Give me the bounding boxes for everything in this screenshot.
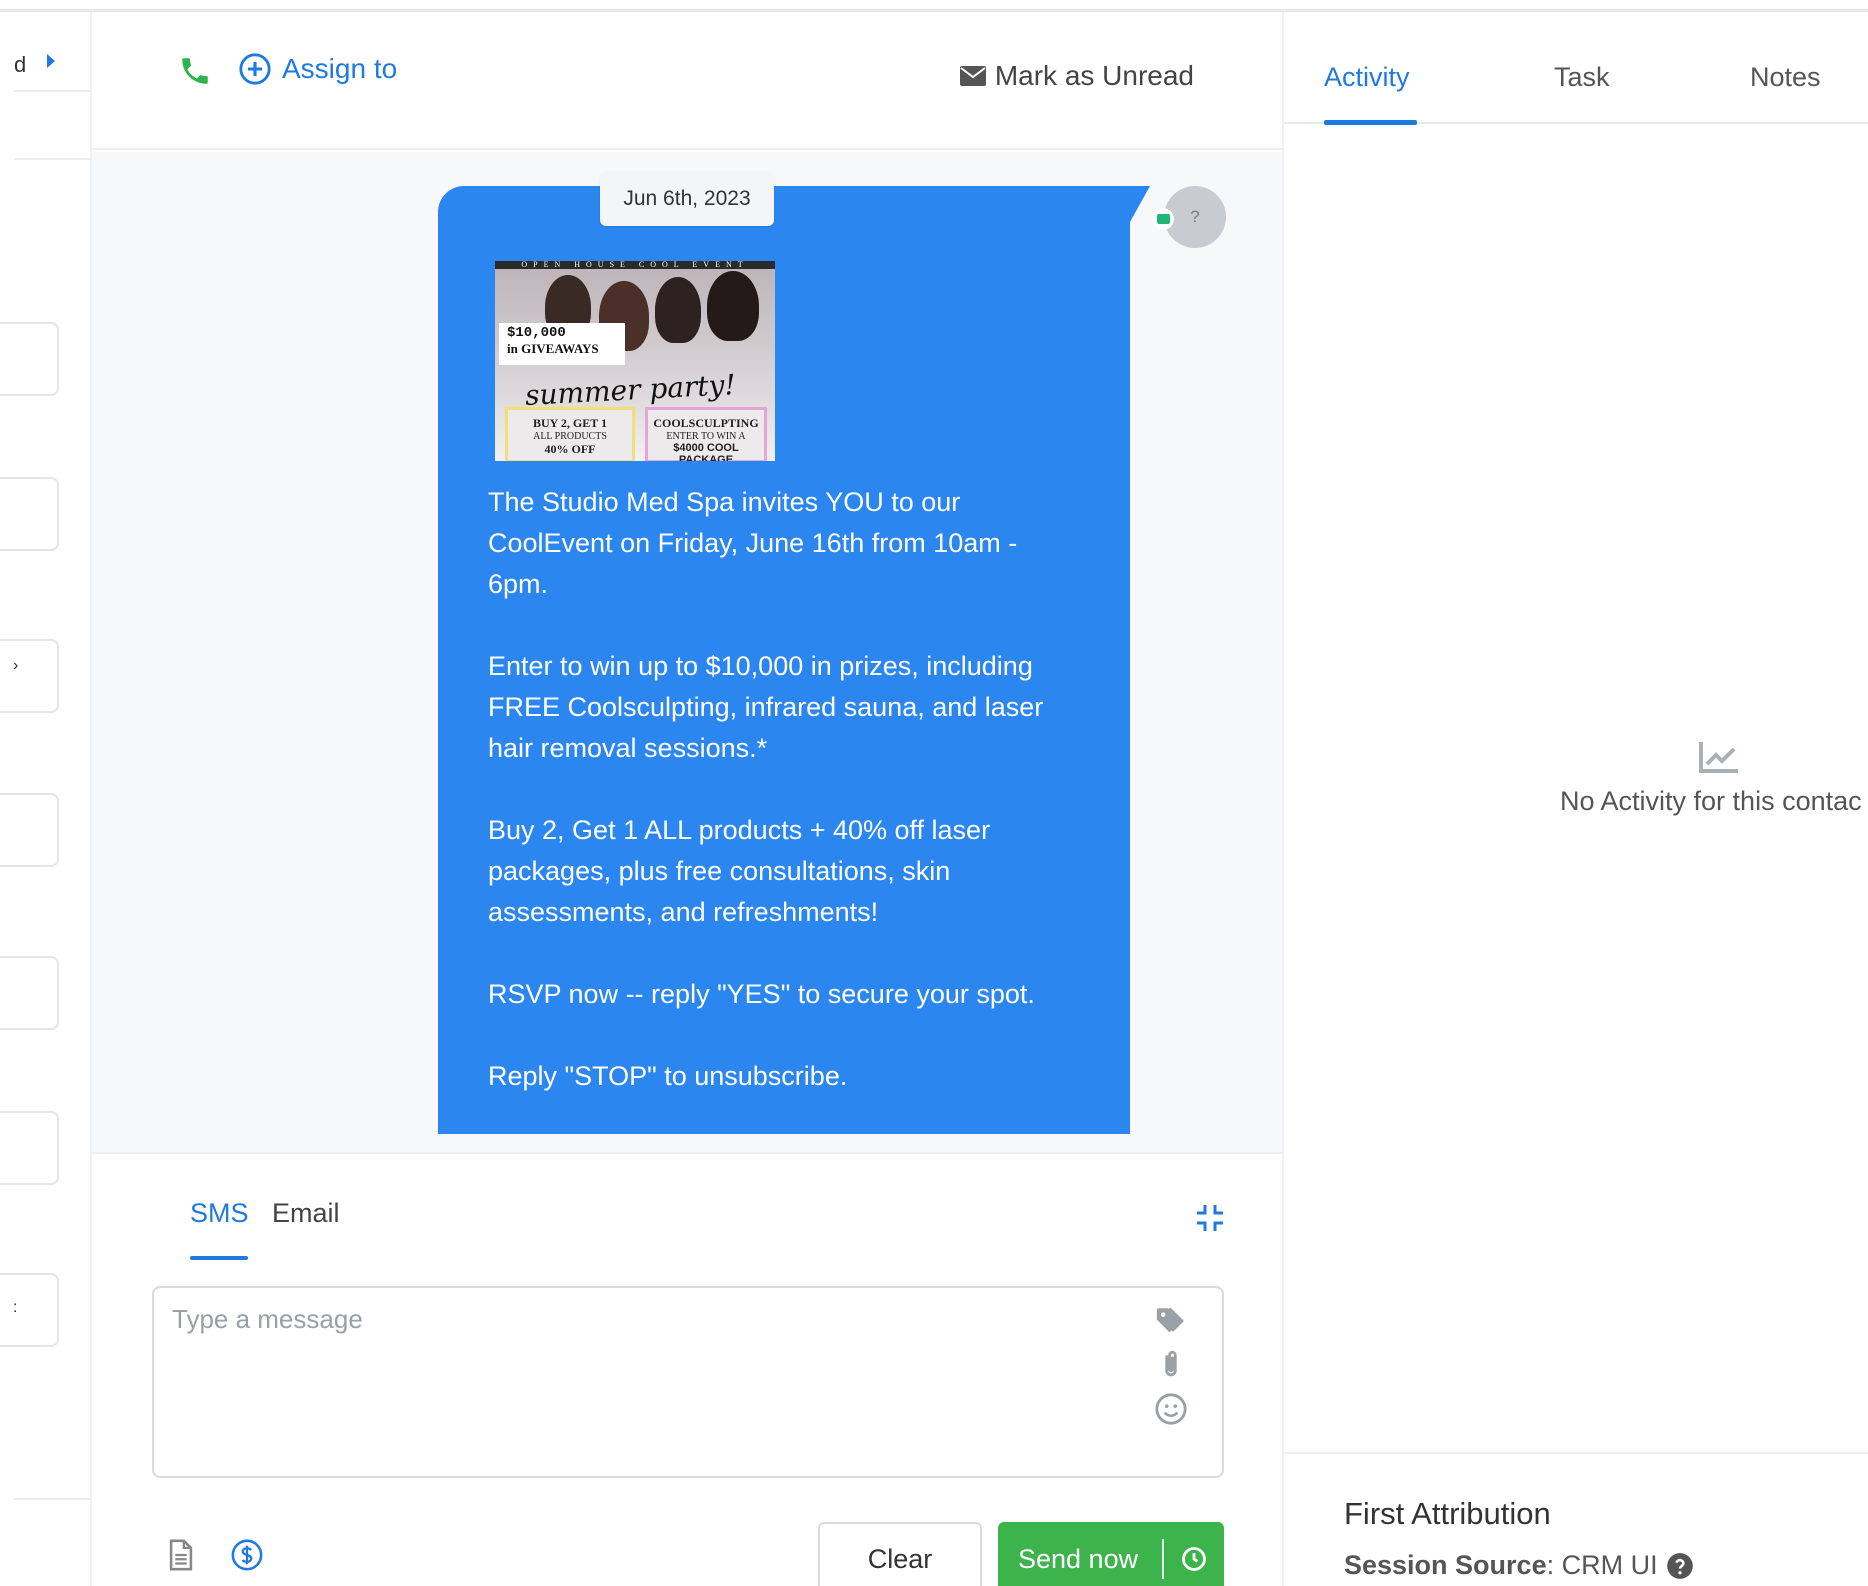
tab-notes[interactable]: Notes: [1750, 62, 1821, 93]
contact-card[interactable]: :: [0, 1273, 59, 1347]
promo-giveaway-label: $10,000 in GIVEAWAYS: [499, 323, 625, 365]
conversation-header: Assign to Mark as Unread: [92, 12, 1282, 150]
assign-to-button[interactable]: Assign to: [238, 52, 397, 86]
message-text: The Studio Med Spa invites YOU to our Co…: [488, 487, 1044, 1091]
session-source-row: Session Source : CRM UI: [1344, 1550, 1694, 1581]
promo-banner: OPEN HOUSE COOL EVENT: [495, 261, 775, 269]
message-input[interactable]: [172, 1304, 1092, 1454]
divider: [14, 1498, 92, 1500]
emoji-icon[interactable]: [1154, 1392, 1188, 1426]
schedule-clock-icon[interactable]: [1180, 1545, 1208, 1573]
contact-card[interactable]: [0, 956, 59, 1030]
chart-line-icon: [1699, 742, 1738, 773]
card-mark: ›: [13, 657, 19, 674]
promo-offer-box: COOLSCULPTING ENTER TO WIN A $4000 COOL …: [645, 407, 767, 461]
paperclip-icon[interactable]: [1154, 1348, 1188, 1382]
dollar-icon[interactable]: [230, 1538, 264, 1572]
contact-card[interactable]: [0, 793, 59, 867]
phone-icon[interactable]: [178, 54, 212, 88]
collapse-icon[interactable]: [1194, 1202, 1226, 1234]
tab-sms[interactable]: SMS: [190, 1198, 249, 1229]
conversation-panel: Assign to Mark as Unread Jun 6th, 2023 ?…: [92, 12, 1282, 1586]
mark-as-unread-label: Mark as Unread: [994, 60, 1194, 91]
assign-to-label: Assign to: [282, 53, 398, 84]
tab-activity[interactable]: Activity: [1324, 62, 1410, 93]
divider: [14, 158, 92, 160]
mms-image-attachment[interactable]: OPEN HOUSE COOL EVENT $10,000 in GIVEAWA…: [495, 261, 775, 461]
active-tab-indicator: [1324, 120, 1417, 125]
plus-circle-icon: [239, 53, 271, 85]
send-now-label: Send now: [1018, 1543, 1139, 1574]
contact-details-panel: Activity Task Notes No Activity for this…: [1282, 12, 1868, 1586]
empty-activity-message: No Activity for this contac: [1560, 786, 1862, 816]
promo-script-title: summer party!: [524, 368, 737, 412]
divider: [1284, 1452, 1868, 1454]
contact-card[interactable]: [0, 1111, 59, 1185]
contact-card[interactable]: ›: [0, 639, 59, 713]
mark-as-unread-button[interactable]: Mark as Unread: [959, 60, 1194, 92]
message-input-box: [152, 1286, 1224, 1478]
contact-card[interactable]: [0, 322, 59, 396]
session-source-label: Session Source: [1344, 1550, 1547, 1580]
sms-channel-icon: [1152, 208, 1174, 230]
date-separator: Jun 6th, 2023: [600, 172, 774, 226]
tag-icon[interactable]: [1154, 1304, 1188, 1338]
active-tab-indicator: [190, 1256, 248, 1260]
top-border: [0, 0, 1868, 12]
first-attribution-heading: First Attribution: [1344, 1496, 1551, 1531]
card-mark: :: [13, 1299, 18, 1316]
document-icon[interactable]: [164, 1538, 198, 1572]
envelope-icon: [959, 66, 986, 86]
tab-task[interactable]: Task: [1554, 62, 1610, 93]
send-now-button[interactable]: Send now: [998, 1522, 1224, 1586]
cut-off-label: d: [14, 52, 27, 77]
promo-photo-figure: [707, 271, 759, 341]
promo-photo-figure: [655, 277, 701, 343]
button-divider: [1162, 1539, 1164, 1579]
contact-card[interactable]: [0, 477, 59, 551]
colon: :: [1546, 1550, 1562, 1580]
session-source-value: CRM UI: [1561, 1550, 1658, 1580]
clear-button[interactable]: Clear: [818, 1522, 982, 1586]
caret-right-icon[interactable]: [47, 54, 55, 68]
message-composer: SMS Email Type a message Clear Send now: [92, 1152, 1282, 1586]
bubble-tail: [1130, 186, 1150, 222]
promo-offer-box: BUY 2, GET 1 ALL PRODUCTS 40% OFF: [505, 407, 635, 461]
tab-email[interactable]: Email: [272, 1198, 340, 1229]
divider: [14, 90, 92, 92]
message-thread[interactable]: Jun 6th, 2023 ? OPEN HOUSE COOL EVENT $1…: [92, 152, 1282, 1152]
help-icon[interactable]: [1666, 1552, 1694, 1580]
conversation-list-edge: d › :: [0, 12, 92, 1586]
